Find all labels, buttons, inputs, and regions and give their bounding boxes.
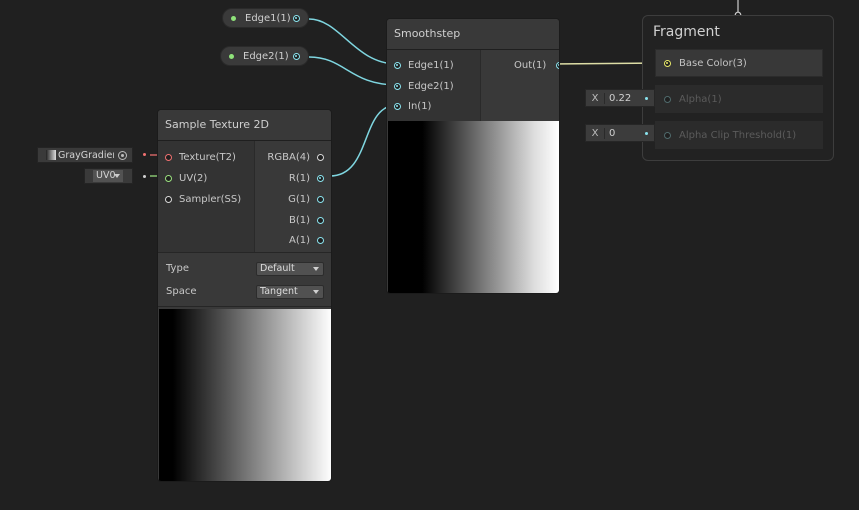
chevron-down-icon xyxy=(114,174,120,178)
input-edge1[interactable]: Edge1(1) xyxy=(394,60,454,71)
in-port[interactable] xyxy=(394,103,401,110)
sample-texture-2d-node[interactable]: Sample Texture 2D Texture(T2) UV(2) Samp… xyxy=(157,109,332,482)
rgba-out-port[interactable] xyxy=(317,154,324,161)
edge1-property[interactable]: Edge1(1) xyxy=(222,8,309,28)
edge2-in-port[interactable] xyxy=(394,83,401,90)
base-color-slot[interactable]: Base Color(3) xyxy=(655,49,823,77)
alpha-clip-port[interactable] xyxy=(664,131,671,139)
type-dropdown[interactable]: Default xyxy=(256,262,324,276)
output-rgba[interactable]: RGBA(4) xyxy=(267,152,324,163)
out-port[interactable] xyxy=(556,62,559,69)
input-uv[interactable]: UV(2) xyxy=(165,173,207,184)
smoothstep-preview xyxy=(388,121,559,293)
space-label: Space xyxy=(166,286,197,297)
output-b[interactable]: B(1) xyxy=(289,215,324,226)
edge1-in-port[interactable] xyxy=(394,62,401,69)
alpha-clip-slot[interactable]: Alpha Clip Threshold(1) xyxy=(655,121,823,149)
object-picker-icon[interactable] xyxy=(118,150,127,160)
uv-in-port[interactable] xyxy=(165,175,172,182)
a-out-port[interactable] xyxy=(317,237,324,244)
texture-thumb-icon xyxy=(46,150,56,160)
edge2-property[interactable]: Edge2(1) xyxy=(220,46,309,66)
edge2-out-port[interactable] xyxy=(293,52,300,60)
alpha-slot[interactable]: Alpha(1) xyxy=(655,85,823,113)
alpha-port[interactable] xyxy=(664,95,671,103)
property-dot-icon xyxy=(229,53,234,59)
chevron-down-icon xyxy=(313,267,319,271)
texture-connector-dot xyxy=(143,153,146,156)
connector-dot xyxy=(645,96,648,100)
b-out-port[interactable] xyxy=(317,217,324,224)
connector-dot xyxy=(645,131,648,135)
g-out-port[interactable] xyxy=(317,196,324,203)
chevron-down-icon xyxy=(313,290,319,294)
texture-in-port[interactable] xyxy=(165,154,172,161)
fragment-title: Fragment xyxy=(653,24,720,40)
output-r[interactable]: R(1) xyxy=(289,173,324,184)
uv-connector-dot xyxy=(143,175,146,178)
space-dropdown[interactable]: Tangent xyxy=(256,285,324,299)
type-label: Type xyxy=(166,263,189,274)
alpha-value-field[interactable]: X 0.22 xyxy=(585,89,655,107)
input-sampler[interactable]: Sampler(SS) xyxy=(165,194,241,205)
input-in[interactable]: In(1) xyxy=(394,101,431,112)
node-title: Sample Texture 2D xyxy=(158,110,331,141)
output-g[interactable]: G(1) xyxy=(288,194,324,205)
uv-value: UV0 xyxy=(93,170,123,182)
smoothstep-node[interactable]: Smoothstep Edge1(1) Edge2(1) In(1) Out(1… xyxy=(386,18,560,294)
output-a[interactable]: A(1) xyxy=(289,235,324,246)
edge1-out-port[interactable] xyxy=(293,14,300,22)
uv-channel-dropdown[interactable]: UV0 xyxy=(84,168,133,184)
fragment-context[interactable]: Fragment Base Color(3) Alpha(1) Alpha Cl… xyxy=(642,15,834,161)
r-out-port[interactable] xyxy=(317,175,324,182)
input-edge2[interactable]: Edge2(1) xyxy=(394,81,454,92)
node-title: Smoothstep xyxy=(387,19,559,50)
input-texture[interactable]: Texture(T2) xyxy=(165,152,236,163)
texture-slot-field[interactable]: GrayGradient xyxy=(37,147,133,163)
sampler-in-port[interactable] xyxy=(165,196,172,203)
output-out[interactable]: Out(1) xyxy=(514,60,559,71)
base-color-port[interactable] xyxy=(664,59,671,67)
texture-preview xyxy=(159,309,331,481)
alpha-clip-value-field[interactable]: X 0 xyxy=(585,124,655,142)
property-dot-icon xyxy=(231,15,236,21)
